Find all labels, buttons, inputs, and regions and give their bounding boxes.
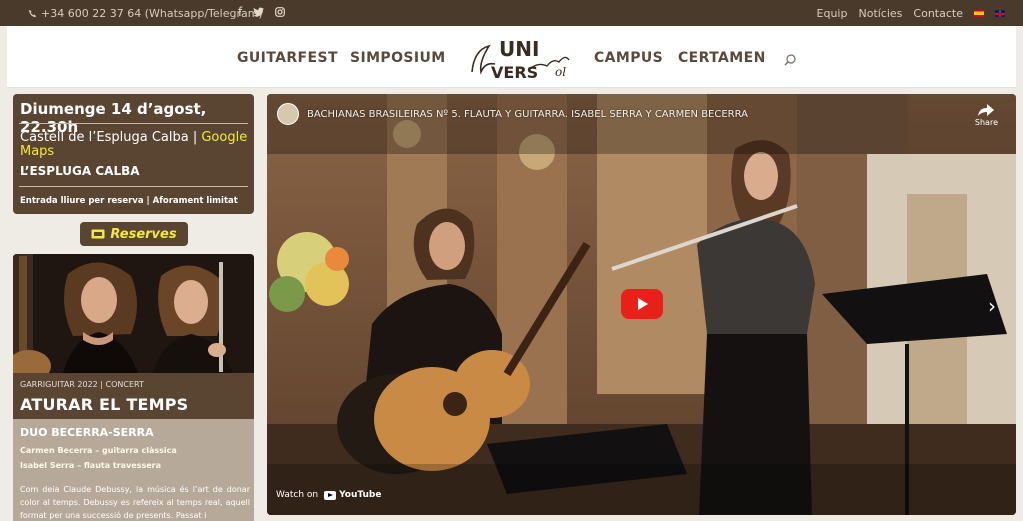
youtube-label: YouTube (339, 490, 382, 500)
venue-name: Castell de l’Espluga Calba | (20, 130, 202, 145)
english-flag-icon[interactable] (995, 10, 1005, 17)
top-bar: +34 600 22 37 64 (Whatsapp/Telegram) f E… (0, 0, 1023, 26)
share-icon (978, 104, 995, 116)
share-label: Share (974, 118, 998, 127)
event-town: L’ESPLUGA CALBA (20, 164, 140, 178)
twitter-icon[interactable] (253, 7, 265, 17)
play-button[interactable] (621, 289, 663, 319)
performer-role: Carmen Becerra – guitarra clàssica (20, 446, 177, 455)
univers-logo[interactable]: UNI VERS ol (469, 32, 581, 84)
event-venue: Castell de l’Espluga Calba | Google Maps (20, 131, 248, 159)
nav-certamen[interactable]: CERTAMEN (678, 50, 766, 66)
facebook-icon[interactable]: f (238, 5, 242, 19)
instagram-icon[interactable] (275, 7, 286, 17)
search-icon[interactable] (783, 53, 797, 67)
divider (19, 123, 248, 124)
reserves-label: Reserves (110, 226, 177, 242)
svg-text:ol: ol (555, 65, 566, 79)
channel-avatar[interactable] (277, 103, 299, 125)
event-entry-note: Entrada lliure per reserva | Aforament l… (20, 196, 238, 206)
phone-number: +34 600 22 37 64 (Whatsapp/Telegram) (41, 7, 263, 20)
social-links: f (238, 5, 286, 19)
nav-simposium[interactable]: SIMPOSIUM (350, 50, 446, 66)
concert-title[interactable]: ATURAR EL TEMPS (20, 395, 188, 414)
phone-icon (28, 9, 37, 18)
svg-text:VERS: VERS (491, 63, 538, 82)
concert-meta: GARRIGUITAR 2022 | CONCERT (20, 380, 144, 389)
svg-text:UNI: UNI (499, 37, 539, 61)
card-header: GARRIGUITAR 2022 | CONCERT ATURAR EL TEM… (13, 373, 254, 419)
youtube-video-player[interactable]: BACHIANAS BRASILEIRAS Nº 5. FLAUTA Y GUI… (267, 94, 1016, 515)
watch-on-youtube-link[interactable]: Watch on YouTube (276, 490, 381, 500)
ticket-icon (91, 229, 105, 239)
duo-photo (13, 254, 254, 373)
concert-description: Com deia Claude Debussy, la música és l’… (20, 485, 250, 520)
video-title[interactable]: BACHIANAS BRASILEIRAS Nº 5. FLAUTA Y GUI… (307, 109, 748, 120)
link-contacte[interactable]: Contacte (913, 7, 963, 20)
event-info-box: Diumenge 14 d’agost, 22.30h Castell de l… (13, 94, 254, 214)
performer-role: Isabel Serra – flauta travessera (20, 461, 161, 470)
top-links: Equip Notícies Contacte (817, 7, 1005, 20)
spanish-flag-icon[interactable] (974, 10, 984, 17)
share-button[interactable]: Share (975, 104, 998, 127)
watch-on-label: Watch on (276, 490, 319, 500)
concert-card: GARRIGUITAR 2022 | CONCERT ATURAR EL TEM… (13, 254, 254, 521)
nav-campus[interactable]: CAMPUS (594, 50, 663, 66)
artists-name: DUO BECERRA-SERRA (20, 426, 154, 439)
site-header: GUITARFEST SIMPOSIUM UNI VERS ol CAMPUS … (7, 26, 1016, 88)
chevron-right-icon[interactable]: › (988, 294, 996, 318)
phone-link[interactable]: +34 600 22 37 64 (Whatsapp/Telegram) (28, 7, 263, 20)
link-equip[interactable]: Equip (817, 7, 848, 20)
youtube-logo: YouTube (324, 490, 381, 500)
link-noticies[interactable]: Notícies (858, 7, 902, 20)
divider (19, 186, 248, 187)
nav-guitarfest[interactable]: GUITARFEST (237, 50, 338, 66)
reserves-button[interactable]: Reserves (80, 222, 188, 246)
youtube-icon (324, 490, 337, 500)
